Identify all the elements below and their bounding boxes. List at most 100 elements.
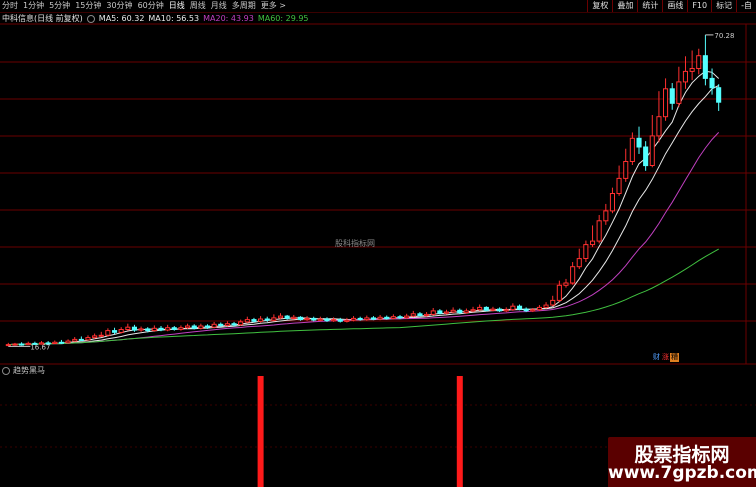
- candle-body: [517, 305, 523, 310]
- candle: [278, 313, 284, 320]
- candle-body: [649, 135, 655, 166]
- candle-body: [171, 327, 177, 330]
- ma10-line: [8, 85, 719, 346]
- chart-grid: [0, 23, 756, 448]
- candle-body: [185, 325, 191, 329]
- candle: [12, 342, 18, 346]
- indicator-title[interactable]: 趋势黑马: [13, 366, 45, 376]
- candle-body: [689, 68, 695, 72]
- candle: [185, 323, 191, 329]
- candle-body: [317, 318, 323, 321]
- candle-body: [377, 316, 383, 320]
- candle-body: [663, 88, 669, 118]
- candle: [716, 84, 722, 111]
- signal-bar: [456, 376, 463, 487]
- candle: [629, 132, 635, 165]
- low-label: 16.67: [30, 343, 50, 351]
- candle: [510, 303, 516, 311]
- candle: [576, 248, 582, 270]
- candle-body: [656, 116, 662, 137]
- candle-body: [304, 317, 310, 321]
- candle: [198, 323, 204, 330]
- candle: [271, 314, 277, 322]
- candle-body: [530, 309, 536, 312]
- candle: [105, 328, 111, 337]
- settings-circle-icon[interactable]: [2, 367, 10, 375]
- candle-body: [204, 325, 210, 328]
- candle-body: [523, 308, 529, 312]
- candle-body: [390, 316, 396, 319]
- candle: [583, 240, 589, 263]
- candle-body: [424, 313, 430, 317]
- candle-body: [576, 258, 582, 268]
- finance-badge[interactable]: 财: [652, 353, 661, 362]
- candle-body: [636, 137, 642, 148]
- candle-body: [616, 177, 622, 194]
- candle-body: [550, 299, 556, 306]
- candle-body: [556, 284, 562, 301]
- candle: [351, 316, 357, 322]
- candle: [643, 141, 649, 171]
- event-badge[interactable]: 糟: [670, 353, 679, 362]
- candle-body: [224, 323, 230, 326]
- kline-chart[interactable]: 70.28 16.67: [0, 0, 756, 487]
- candle-body: [331, 319, 337, 322]
- candle: [603, 203, 609, 225]
- candle-body: [497, 308, 503, 312]
- candle-body: [563, 282, 569, 286]
- site-logo: 股票指标网 www.7gpzb.com: [608, 437, 756, 487]
- candle-body: [536, 306, 543, 311]
- candle-body: [178, 327, 184, 330]
- candle-body: [470, 309, 476, 312]
- candle-body: [483, 306, 489, 311]
- candle-body: [417, 313, 423, 316]
- candle-body: [716, 87, 722, 103]
- price-labels: 70.28 16.67: [8, 32, 734, 351]
- candle-body: [384, 316, 390, 319]
- candle: [112, 327, 118, 335]
- candle-body: [503, 309, 509, 312]
- candle: [98, 331, 104, 338]
- rise-badge[interactable]: 涨: [661, 353, 670, 362]
- candle-body: [457, 309, 463, 314]
- candle: [702, 34, 708, 86]
- candle-body: [397, 316, 403, 319]
- candle: [404, 313, 410, 320]
- candle-body: [291, 316, 297, 319]
- candle: [563, 278, 569, 288]
- candle-body: [238, 321, 244, 326]
- candle-body: [244, 319, 250, 323]
- candle-body: [437, 310, 443, 314]
- candle-body: [158, 327, 164, 331]
- candle: [19, 342, 25, 346]
- candles: [5, 34, 722, 347]
- candle-body: [603, 210, 609, 222]
- candle-body: [344, 319, 350, 322]
- candle-body: [264, 318, 270, 321]
- candle: [384, 315, 390, 320]
- candle: [171, 325, 177, 331]
- candle-body: [19, 343, 25, 346]
- candle-body: [404, 315, 410, 319]
- candle-body: [284, 315, 290, 319]
- candle-body: [78, 338, 84, 341]
- candle: [649, 115, 655, 168]
- candle-body: [198, 325, 204, 329]
- candle-body: [337, 319, 343, 322]
- candle-body: [477, 306, 483, 311]
- candle-body: [218, 323, 224, 326]
- candle: [72, 337, 78, 342]
- candle-body: [629, 137, 635, 163]
- candle: [663, 78, 669, 121]
- candle: [244, 316, 250, 324]
- candle: [596, 214, 602, 244]
- candle-body: [98, 334, 104, 337]
- candle-body: [450, 309, 456, 313]
- candle-body: [702, 55, 708, 79]
- candle: [623, 148, 629, 182]
- candle: [92, 333, 98, 339]
- signal-bars: [257, 376, 463, 487]
- candle-body: [65, 340, 71, 344]
- candle: [158, 325, 164, 332]
- candle-body: [58, 341, 65, 344]
